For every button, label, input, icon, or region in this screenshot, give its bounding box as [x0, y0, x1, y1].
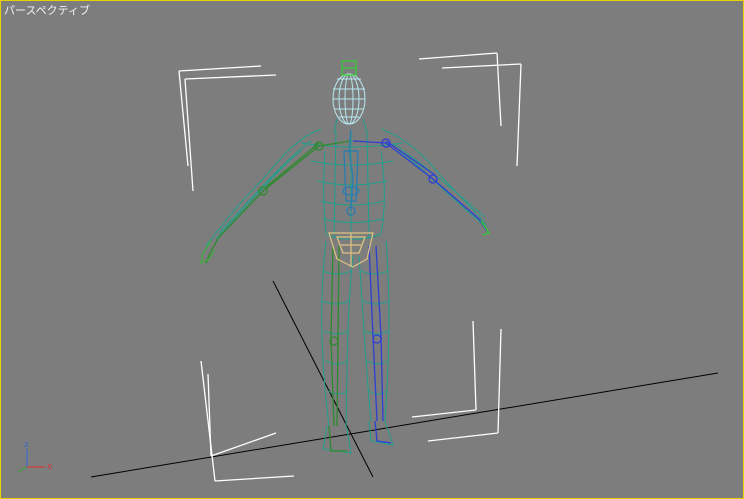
home-grid-lines [90, 280, 719, 478]
scene-canvas[interactable]: z x [1, 1, 743, 498]
head-bone[interactable] [341, 60, 357, 76]
head-mesh[interactable] [332, 73, 366, 125]
z-axis-label: z [24, 440, 29, 450]
left-hand[interactable] [200, 240, 216, 265]
x-axis-label: x [47, 462, 53, 472]
axis-gizmo: z x [17, 440, 53, 473]
y-axis-line [17, 466, 28, 473]
grid-line-x [90, 372, 719, 478]
left-bones[interactable] [205, 140, 352, 452]
character-mesh[interactable] [205, 118, 488, 454]
right-bones[interactable] [352, 138, 488, 444]
perspective-viewport[interactable]: パースペクティブ z x [0, 0, 744, 499]
